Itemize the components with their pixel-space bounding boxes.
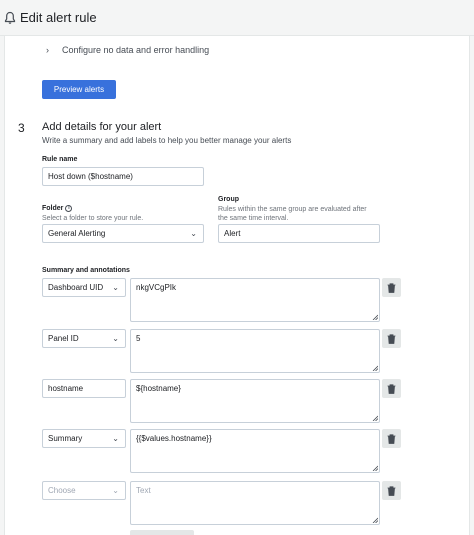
resize-handle-icon[interactable] [372, 415, 378, 421]
preview-alerts-button[interactable]: Preview alerts [42, 80, 116, 99]
annotation-key-value: Dashboard UID [48, 283, 104, 292]
folder-select[interactable]: General Alerting ⌄ [42, 224, 204, 243]
rule-name-input[interactable]: Host down ($hostname) [42, 167, 204, 186]
bell-icon [4, 11, 16, 24]
annotation-key-value: Panel ID [48, 334, 79, 343]
folder-label: Folder i [42, 205, 73, 212]
info-icon: i [65, 205, 73, 212]
delete-annotation-button[interactable] [382, 429, 401, 448]
resize-handle-icon[interactable] [372, 517, 378, 523]
group-label: Group [218, 196, 239, 203]
annotation-value-textarea[interactable]: ${hostname} [130, 379, 380, 423]
annotation-key-select[interactable]: Summary ⌄ [42, 429, 126, 448]
trash-icon [387, 333, 396, 344]
chevron-down-icon: ⌄ [112, 282, 119, 292]
chevron-down-icon: ⌄ [112, 433, 119, 443]
resize-handle-icon[interactable] [372, 314, 378, 320]
annotation-value-text: 5 [136, 334, 141, 343]
trash-icon [387, 485, 396, 496]
annotation-value-textarea[interactable]: 5 [130, 329, 380, 373]
configure-no-data-toggle[interactable]: › Configure no data and error handling [46, 45, 209, 55]
annotation-value-text: ${hostname} [136, 384, 181, 393]
delete-annotation-button[interactable] [382, 329, 401, 348]
annotation-key-select[interactable]: Choose ⌄ [42, 481, 126, 500]
configure-no-data-label: Configure no data and error handling [62, 45, 210, 55]
trash-icon [387, 383, 396, 394]
add-annotation-button[interactable] [130, 530, 194, 535]
annotation-key-select[interactable]: Dashboard UID ⌄ [42, 278, 126, 297]
trash-icon [387, 433, 396, 444]
group-description-line1: Rules within the same group are evaluate… [218, 206, 367, 213]
delete-annotation-button[interactable] [382, 379, 401, 398]
chevron-down-icon: ⌄ [190, 228, 197, 238]
annotation-key-select[interactable]: Panel ID ⌄ [42, 329, 126, 348]
section-description: Write a summary and add labels to help y… [42, 136, 292, 145]
folder-description: Select a folder to store your rule. [42, 215, 144, 222]
annotation-key-placeholder: Choose [48, 486, 76, 495]
group-input[interactable]: Alert [218, 224, 380, 243]
resize-handle-icon[interactable] [372, 465, 378, 471]
section-title: Add details for your alert [42, 121, 162, 133]
chevron-right-icon: › [46, 45, 49, 55]
annotation-value-text: nkgVCgPIk [136, 283, 177, 292]
annotation-value-textarea[interactable]: {{$values.hostname}} [130, 429, 380, 473]
chevron-down-icon: ⌄ [112, 333, 119, 343]
annotation-value-textarea[interactable]: Text [130, 481, 380, 525]
chevron-down-icon: ⌄ [112, 485, 119, 495]
rule-name-label: Rule name [42, 156, 78, 163]
annotation-key-input[interactable]: hostname [42, 379, 126, 398]
annotation-key-value: Summary [48, 434, 83, 443]
trash-icon [387, 282, 396, 293]
page-header: Edit alert rule [0, 0, 474, 36]
annotation-value-placeholder: Text [136, 486, 151, 495]
resize-handle-icon[interactable] [372, 365, 378, 371]
step-number: 3 [18, 121, 25, 135]
folder-select-value: General Alerting [48, 229, 106, 238]
annotations-label: Summary and annotations [42, 267, 130, 274]
delete-annotation-button[interactable] [382, 278, 401, 297]
folder-label-text: Folder [42, 205, 64, 212]
page-title: Edit alert rule [20, 10, 97, 25]
delete-annotation-button[interactable] [382, 481, 401, 500]
annotation-value-text: {{$values.hostname}} [136, 434, 212, 443]
group-description-line2: the same time interval. [218, 215, 289, 222]
annotation-value-textarea[interactable]: nkgVCgPIk [130, 278, 380, 322]
